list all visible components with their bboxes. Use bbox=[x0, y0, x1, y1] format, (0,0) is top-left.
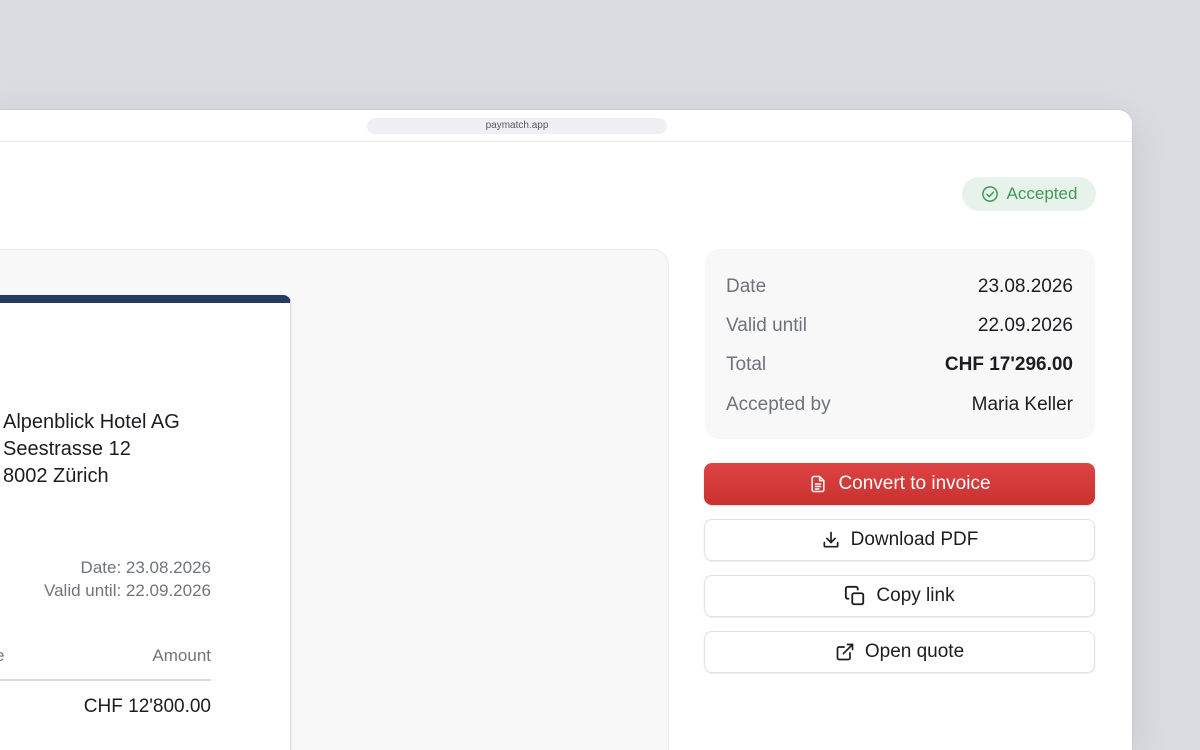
table-column-amount: Amount bbox=[152, 646, 211, 665]
summary-label: Valid until bbox=[726, 314, 807, 336]
document-dates: Date: 23.08.2026 Valid until: 22.09.2026 bbox=[44, 556, 211, 602]
summary-row-total: Total CHF 17'296.00 bbox=[726, 346, 1073, 385]
recipient-name: Alpenblick Hotel AG bbox=[3, 411, 180, 433]
summary-label: Accepted by bbox=[726, 393, 831, 415]
copy-link-button[interactable]: Copy link bbox=[704, 575, 1095, 617]
copy-link-label: Copy link bbox=[876, 585, 955, 606]
summary-total-value: CHF 17'296.00 bbox=[944, 354, 1073, 376]
quote-document: Alpenblick Hotel AG Seestrasse 12 8002 Z… bbox=[0, 295, 291, 750]
document-icon bbox=[811, 475, 826, 493]
summary-value: 23.08.2026 bbox=[977, 275, 1073, 297]
recipient-address: Alpenblick Hotel AG Seestrasse 12 8002 Z… bbox=[3, 409, 180, 490]
table-column-header: e bbox=[0, 646, 4, 666]
address-bar[interactable]: paymatch.app bbox=[367, 118, 667, 134]
quote-summary: Date 23.08.2026 Valid until 22.09.2026 T… bbox=[705, 249, 1095, 439]
open-quote-button[interactable]: Open quote bbox=[704, 631, 1095, 673]
convert-to-invoice-button[interactable]: Convert to invoice bbox=[704, 463, 1095, 505]
document-date: Date: 23.08.2026 bbox=[80, 558, 211, 577]
status-badge: Accepted bbox=[962, 177, 1096, 211]
check-circle-icon bbox=[981, 186, 998, 202]
convert-to-invoice-label: Convert to invoice bbox=[838, 473, 991, 494]
recipient-street: Seestrasse 12 bbox=[3, 438, 131, 460]
summary-label: Total bbox=[726, 354, 767, 376]
summary-value: Maria Keller bbox=[971, 393, 1073, 415]
summary-row-accepted-by: Accepted by Maria Keller bbox=[726, 385, 1073, 424]
browser-titlebar: paymatch.app bbox=[0, 110, 1132, 142]
table-cell-amount: CHF 12'800.00 bbox=[83, 696, 211, 717]
download-icon bbox=[823, 531, 839, 548]
download-pdf-button[interactable]: Download PDF bbox=[704, 519, 1095, 561]
table-divider bbox=[0, 679, 211, 681]
summary-label: Date bbox=[726, 275, 767, 297]
summary-value: 22.09.2026 bbox=[977, 314, 1073, 336]
open-quote-label: Open quote bbox=[864, 641, 965, 662]
copy-icon bbox=[845, 585, 865, 606]
external-link-icon bbox=[836, 643, 854, 661]
status-label: Accepted bbox=[1006, 184, 1078, 203]
summary-row-date: Date 23.08.2026 bbox=[726, 267, 1073, 306]
recipient-city: 8002 Zürich bbox=[3, 465, 109, 487]
download-pdf-label: Download PDF bbox=[850, 529, 979, 550]
summary-row-valid-until: Valid until 22.09.2026 bbox=[726, 306, 1073, 345]
app-window: paymatch.app Accepted Alpenblick Hotel A… bbox=[0, 110, 1132, 750]
document-valid-until: Valid until: 22.09.2026 bbox=[44, 581, 211, 600]
